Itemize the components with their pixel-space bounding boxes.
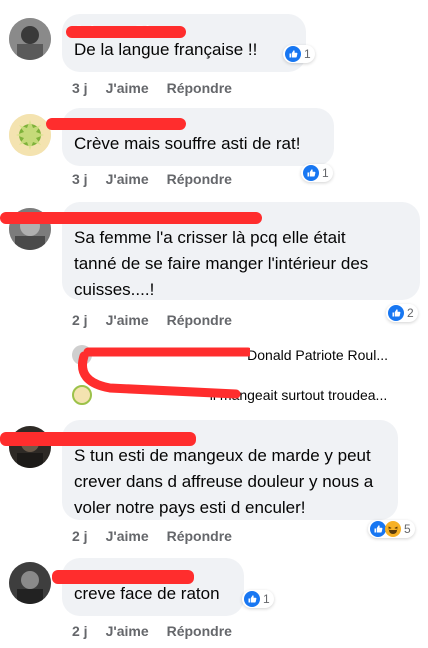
avatar[interactable]	[9, 114, 51, 156]
reply-button[interactable]: Répondre	[167, 623, 232, 639]
thumbs-up-icon	[303, 165, 319, 181]
timestamp[interactable]: 2 j	[72, 528, 88, 544]
timestamp[interactable]: 2 j	[72, 312, 88, 328]
comment-text-line: Sa femme l'a crisser là pcq elle était	[74, 228, 346, 247]
reaction-number: 1	[322, 166, 329, 180]
timestamp[interactable]: 3 j	[72, 80, 88, 96]
thumbs-up-icon	[244, 591, 260, 607]
comment-actions: 2 j J'aime Répondre	[72, 623, 232, 639]
reaction-count[interactable]: 1	[301, 164, 333, 182]
timestamp[interactable]: 3 j	[72, 171, 88, 187]
comment-actions: 3 j J'aime Répondre	[72, 80, 232, 96]
reaction-number: 5	[404, 522, 411, 536]
reaction-count[interactable]: 2	[386, 304, 418, 322]
comment-actions: 2 j J'aime Répondre	[72, 528, 232, 544]
reaction-number: 1	[263, 592, 270, 606]
reply-button[interactable]: Répondre	[167, 528, 232, 544]
reply-text: Donald Patriote Roul...	[247, 347, 388, 363]
reaction-count[interactable]: 1	[242, 590, 274, 608]
redaction-bar	[66, 26, 186, 38]
avatar[interactable]	[9, 562, 51, 604]
like-button[interactable]: J'aime	[106, 80, 149, 96]
comment-text-line: S tun esti de mangeux de marde y peut	[74, 446, 371, 465]
comment-actions: 2 j J'aime Répondre	[72, 312, 232, 328]
reply-button[interactable]: Répondre	[167, 312, 232, 328]
comment-bubble: creve face de raton	[62, 558, 244, 616]
like-button[interactable]: J'aime	[106, 623, 149, 639]
thumbs-up-icon	[388, 305, 404, 321]
comment-text-line: crever dans d affreuse douleur y nous a	[74, 472, 374, 491]
comment-bubble: Stéphane Dubé Crève mais souffre asti de…	[62, 108, 334, 166]
reaction-count[interactable]: 5	[368, 520, 415, 538]
comment-actions: 3 j J'aime Répondre	[72, 171, 232, 187]
redaction-bar	[0, 212, 262, 224]
like-button[interactable]: J'aime	[106, 312, 149, 328]
comment-text-line: tanné de se faire manger l'intérieur des	[74, 254, 369, 273]
like-button[interactable]: J'aime	[106, 171, 149, 187]
reaction-number: 1	[304, 47, 311, 61]
redaction-bar	[52, 570, 194, 584]
comment-text-line: cuisses....!	[74, 280, 155, 299]
thumbs-up-icon	[285, 46, 301, 62]
redaction-scribble	[78, 347, 250, 399]
comment-bubble: Johanne Bisson De la langue française !!	[62, 14, 306, 72]
like-button[interactable]: J'aime	[106, 528, 149, 544]
comment-text: creve face de raton	[74, 584, 220, 603]
reaction-number: 2	[407, 306, 414, 320]
laughing-face-icon	[385, 521, 401, 537]
avatar[interactable]	[9, 18, 51, 60]
comment-text: Crève mais souffre asti de rat!	[74, 134, 301, 153]
redaction-bar	[0, 432, 196, 446]
comment-text: De la langue française !!	[74, 40, 258, 59]
reply-button[interactable]: Répondre	[167, 80, 232, 96]
redaction-bar	[46, 118, 186, 130]
reply-button[interactable]: Répondre	[167, 171, 232, 187]
timestamp[interactable]: 2 j	[72, 623, 88, 639]
thumbs-up-icon	[370, 521, 386, 537]
reaction-count[interactable]: 1	[283, 45, 315, 63]
comment-text-line: voler notre pays esti d enculer!	[74, 498, 306, 517]
